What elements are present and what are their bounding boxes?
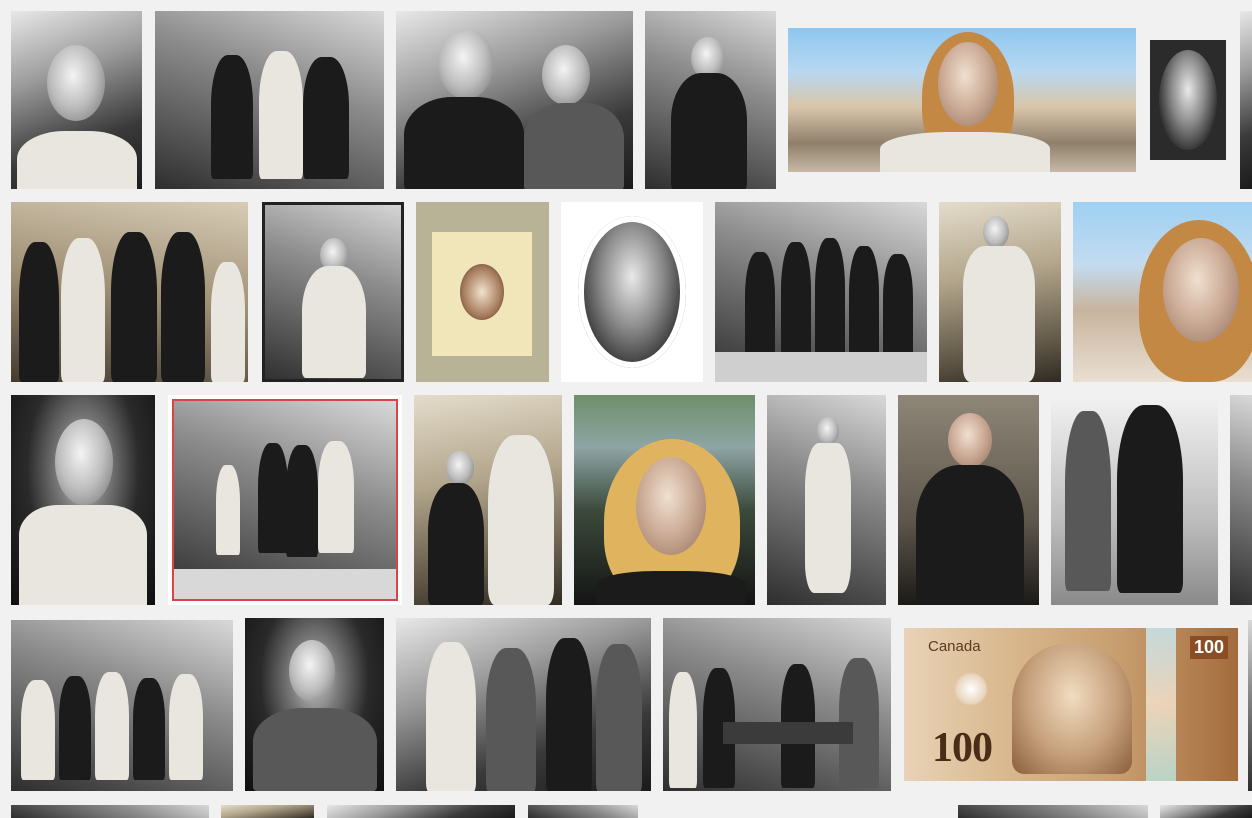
image-result-row5-3[interactable] xyxy=(327,805,515,818)
image-result-oval-portrait[interactable] xyxy=(1150,40,1226,160)
image-result-lady-white-gown[interactable] xyxy=(939,202,1061,382)
banknote-denomination-large: 100 xyxy=(932,725,993,771)
image-result-wedding-couple[interactable] xyxy=(414,395,562,605)
image-result-queen-tiara[interactable] xyxy=(11,395,155,605)
image-result-woman-castle[interactable] xyxy=(788,28,1136,172)
image-result-group-porch[interactable] xyxy=(168,395,402,605)
image-result-row5-4[interactable] xyxy=(528,805,638,818)
image-result-group-steps[interactable] xyxy=(715,202,927,382)
image-result-painted-officer[interactable] xyxy=(898,395,1039,605)
image-result-oval-man-mustache[interactable] xyxy=(561,202,703,382)
image-result-banknote[interactable]: Canada 100 100 xyxy=(904,628,1238,781)
image-result-row5-5[interactable] xyxy=(958,805,1148,818)
image-result-partial-3[interactable] xyxy=(1248,620,1252,791)
image-result-signing-table[interactable] xyxy=(663,618,891,791)
image-result-partial-1[interactable] xyxy=(1240,11,1252,189)
maple-leaf-icon xyxy=(954,672,988,706)
image-result-women-group-building[interactable] xyxy=(11,620,233,791)
image-result-row5-6[interactable] xyxy=(1160,805,1252,818)
image-result-woman-castle-closeup[interactable] xyxy=(1073,202,1252,382)
image-result-small-oval-card[interactable] xyxy=(416,202,549,382)
image-result-victorian-lady[interactable] xyxy=(262,202,404,382)
image-results-grid: Canada 100 100 xyxy=(0,0,1252,818)
image-result-group-garden[interactable] xyxy=(155,11,384,189)
image-result-row5-2[interactable] xyxy=(221,805,314,818)
image-result-portrait-woman[interactable] xyxy=(11,11,142,189)
image-result-row5-1[interactable] xyxy=(11,805,209,818)
image-result-athlete[interactable] xyxy=(767,395,886,605)
image-result-two-women-outdoors[interactable] xyxy=(1051,395,1218,605)
image-result-crowd-costumes[interactable] xyxy=(396,618,651,791)
banknote-denomination-small: 100 xyxy=(1189,636,1228,659)
image-result-young-officer[interactable] xyxy=(245,618,384,791)
image-result-blonde-woman-castle[interactable] xyxy=(574,395,755,605)
image-result-woman-uniform[interactable] xyxy=(645,11,776,189)
image-result-couple-portrait[interactable] xyxy=(396,11,633,189)
image-result-partial-2[interactable] xyxy=(1230,395,1252,605)
banknote-country: Canada xyxy=(928,638,981,655)
image-result-family-portrait[interactable] xyxy=(11,202,248,382)
